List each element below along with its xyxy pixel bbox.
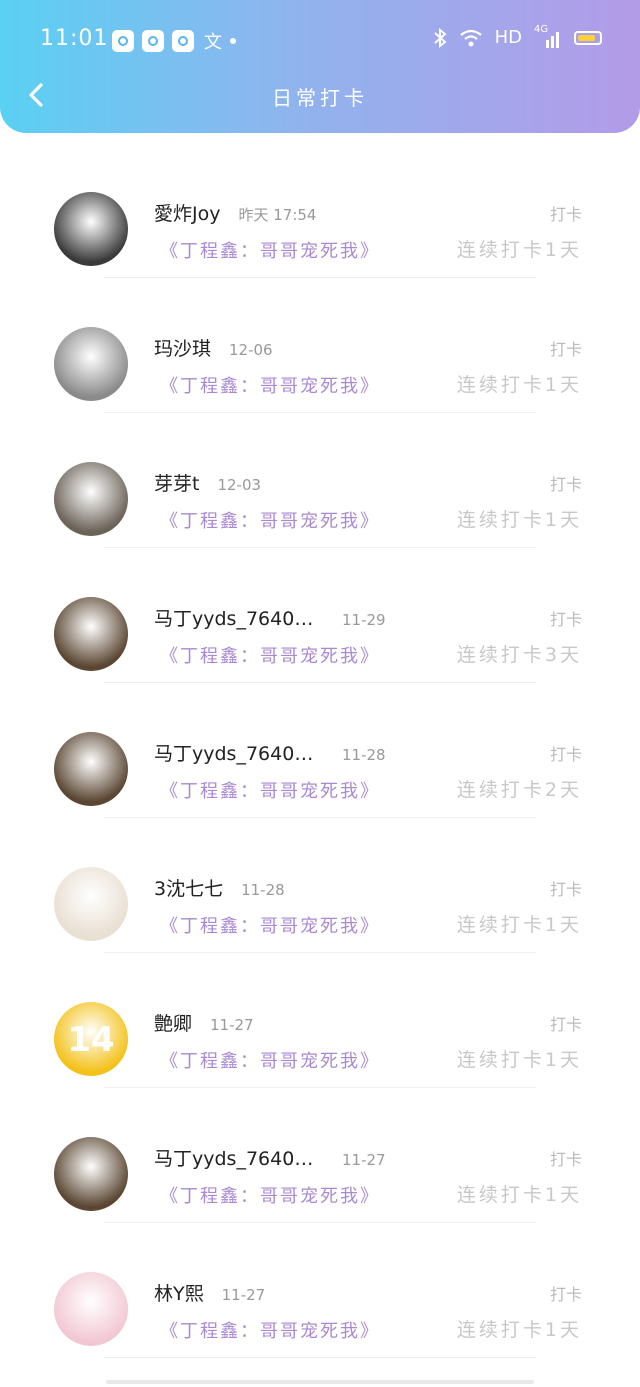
checkin-entry[interactable]: 马丁yyds_76409··· 11-28 打卡《丁程鑫：哥哥宠死我》 连续打卡2天 <box>0 683 640 818</box>
notification-icons: 文 <box>112 28 236 54</box>
book-title-link[interactable]: 《丁程鑫：哥哥宠死我》 <box>160 777 380 803</box>
book-title-link[interactable]: 《丁程鑫：哥哥宠死我》 <box>160 507 380 533</box>
book-title-link[interactable]: 《丁程鑫：哥哥宠死我》 <box>160 372 380 398</box>
user-name[interactable]: 艶卿 <box>154 1009 192 1036</box>
streak-count: 连续打卡2天 <box>456 779 582 801</box>
entry-header: 3沈七七 11-28 <box>154 874 285 901</box>
user-name[interactable]: 玛沙琪 <box>154 334 211 361</box>
checkin-entry[interactable]: 马丁yyds_76409··· 11-29 打卡《丁程鑫：哥哥宠死我》 连续打卡3天 <box>0 548 640 683</box>
battery-level <box>578 34 595 41</box>
checkin-time: 11-27 <box>342 1151 386 1169</box>
battery-icon <box>574 30 602 45</box>
checkin-time: 11-27 <box>210 1016 254 1034</box>
checkin-label: 打卡 <box>549 745 582 764</box>
checkin-entry[interactable]: 林Y熙 11-27 打卡《丁程鑫：哥哥宠死我》 连续打卡1天 <box>0 1223 640 1358</box>
entry-header: 玛沙琪 12-06 <box>154 334 273 361</box>
book-title-link[interactable]: 《丁程鑫：哥哥宠死我》 <box>160 237 380 263</box>
user-name[interactable]: 马丁yyds_76409··· <box>154 1144 324 1171</box>
checkin-list: 愛炸Joy 昨天 17:54 打卡 《丁程鑫：哥哥宠死我》 连续打卡1天 玛沙琪 12-06… <box>0 143 640 1358</box>
user-name[interactable]: 3沈七七 <box>154 874 223 901</box>
streak-count: 连续打卡1天 <box>456 374 582 396</box>
clock: 11:01 <box>40 26 109 51</box>
checkin-time: 12-03 <box>217 476 262 494</box>
checkin-entry[interactable]: 愛炸Joy 昨天 17:54 打卡《丁程鑫：哥哥宠死我》 连续打卡1天 <box>0 143 640 278</box>
entry-header: 林Y熙 11-27 <box>154 1279 265 1306</box>
checkin-time: 11-28 <box>342 746 386 764</box>
book-title-link[interactable]: 《丁程鑫：哥哥宠死我》 <box>160 1317 380 1343</box>
user-name[interactable]: 马丁yyds_76409··· <box>154 604 324 631</box>
user-avatar[interactable] <box>54 1137 128 1211</box>
checkin-entry[interactable]: 14 艶卿 11-27 打卡《丁程鑫：哥哥宠死我》 连续打卡1天 <box>0 953 640 1088</box>
user-avatar[interactable] <box>54 327 128 401</box>
streak-count: 连续打卡3天 <box>456 644 582 666</box>
user-avatar[interactable]: 14 <box>54 1002 128 1076</box>
streak-count: 连续打卡1天 <box>456 509 582 531</box>
entry-header: 马丁yyds_76409··· 11-27 <box>154 1144 386 1171</box>
entry-header: 马丁yyds_76409··· 11-28 <box>154 739 386 766</box>
checkin-label: 打卡 <box>549 205 582 224</box>
checkin-label: 打卡 <box>549 1285 582 1304</box>
user-avatar[interactable] <box>54 1272 128 1346</box>
entry-header: 愛炸Joy 昨天 17:54 <box>154 199 316 226</box>
streak-count: 连续打卡1天 <box>456 1184 582 1206</box>
entry-header: 艶卿 11-27 <box>154 1009 254 1036</box>
signal-strength-icon: 4G <box>534 24 562 48</box>
book-title-link[interactable]: 《丁程鑫：哥哥宠死我》 <box>160 912 380 938</box>
checkin-entry[interactable]: 3沈七七 11-28 打卡《丁程鑫：哥哥宠死我》 连续打卡1天 <box>0 818 640 953</box>
row-divider <box>104 1357 536 1358</box>
user-avatar[interactable] <box>54 867 128 941</box>
checkin-time: 11-27 <box>221 1286 266 1304</box>
status-bar: 11:01 文 HD 4G <box>0 18 640 60</box>
page-title: 日常打卡 <box>272 86 368 110</box>
entry-header: 芽芽t 12-03 <box>154 469 261 496</box>
text-app-icon: 文 <box>204 32 222 53</box>
system-icons: HD 4G <box>433 24 602 48</box>
checkin-time: 11-29 <box>342 611 386 629</box>
checkin-time: 昨天 17:54 <box>238 206 317 224</box>
checkin-entry[interactable]: 马丁yyds_76409··· 11-27 打卡《丁程鑫：哥哥宠死我》 连续打卡1天 <box>0 1088 640 1223</box>
checkin-label: 打卡 <box>549 1015 582 1034</box>
book-title-link[interactable]: 《丁程鑫：哥哥宠死我》 <box>160 642 380 668</box>
user-avatar[interactable] <box>54 462 128 536</box>
user-name[interactable]: 林Y熙 <box>154 1279 204 1306</box>
more-notifications-dot-icon <box>230 38 236 44</box>
checkin-time: 12-06 <box>229 341 273 359</box>
checkin-entry[interactable]: 玛沙琪 12-06 打卡《丁程鑫：哥哥宠死我》 连续打卡1天 <box>0 278 640 413</box>
checkin-entry[interactable]: 芽芽t 12-03 打卡《丁程鑫：哥哥宠死我》 连续打卡1天 <box>0 413 640 548</box>
avatar-badge-text: 14 <box>67 1020 115 1060</box>
checkin-label: 打卡 <box>549 880 582 899</box>
navigation-bar: 日常打卡 <box>0 72 640 120</box>
streak-count: 连续打卡1天 <box>456 239 582 261</box>
streak-count: 连续打卡1天 <box>456 914 582 936</box>
user-avatar[interactable] <box>54 732 128 806</box>
scroll-indicator[interactable] <box>106 1380 534 1384</box>
user-name[interactable]: 芽芽t <box>154 469 199 496</box>
checkin-label: 打卡 <box>549 610 582 629</box>
streak-count: 连续打卡1天 <box>456 1049 582 1071</box>
app-notification-icon <box>142 30 164 52</box>
entry-header: 马丁yyds_76409··· 11-29 <box>154 604 386 631</box>
signal-type-label: 4G <box>534 23 549 35</box>
paw-app-icon <box>172 30 194 52</box>
wifi-icon <box>459 29 482 46</box>
user-avatar[interactable] <box>54 597 128 671</box>
streak-count: 连续打卡1天 <box>456 1319 582 1341</box>
network-type-label: HD <box>494 27 522 48</box>
book-title-link[interactable]: 《丁程鑫：哥哥宠死我》 <box>160 1182 380 1208</box>
app-notification-icon <box>112 30 134 52</box>
checkin-label: 打卡 <box>549 475 582 494</box>
book-title-link[interactable]: 《丁程鑫：哥哥宠死我》 <box>160 1047 380 1073</box>
user-name[interactable]: 愛炸Joy <box>154 199 220 226</box>
user-avatar[interactable] <box>54 192 128 266</box>
user-name[interactable]: 马丁yyds_76409··· <box>154 739 324 766</box>
app-header: 11:01 文 HD 4G 日常打卡 <box>0 0 640 133</box>
checkin-label: 打卡 <box>549 340 582 359</box>
bluetooth-icon <box>433 27 447 48</box>
checkin-label: 打卡 <box>549 1150 582 1169</box>
checkin-time: 11-28 <box>241 881 285 899</box>
